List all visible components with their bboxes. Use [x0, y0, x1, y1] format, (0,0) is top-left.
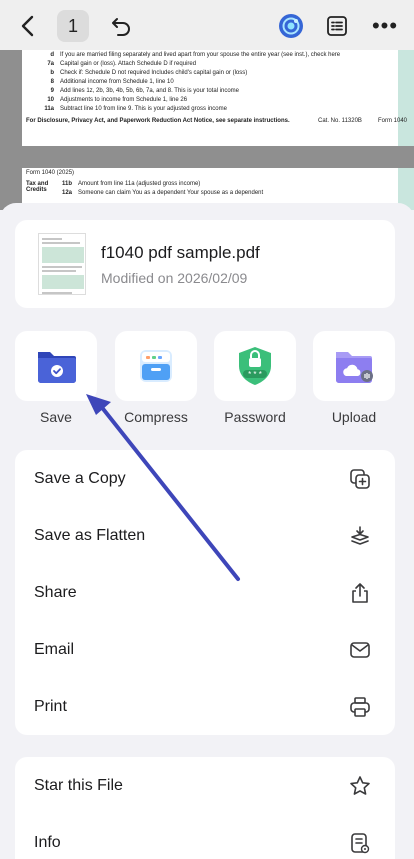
pdf-section: Tax and Credits	[26, 181, 49, 193]
pdf-viewer: d If you are married filing separately an…	[0, 50, 414, 210]
mail-icon	[350, 642, 370, 658]
outline-button[interactable]	[322, 10, 352, 42]
password-label: Password	[224, 409, 286, 425]
pdf-line: b Check if: Schedule D not required Inclu…	[50, 70, 248, 76]
svg-text:* * *: * * *	[248, 370, 262, 379]
print-item[interactable]: Print	[15, 678, 395, 735]
printer-icon	[350, 697, 370, 717]
flatten-layers-icon	[351, 526, 369, 545]
file-more-list: Star this File Info	[15, 757, 395, 859]
pdf-page: d If you are married filing separately an…	[22, 50, 414, 146]
pdf-line: 11b Amount from line 11a (adjusted gross …	[62, 181, 201, 187]
save-as-flatten-item[interactable]: Save as Flatten	[15, 507, 395, 564]
undo-button[interactable]	[106, 10, 136, 42]
file-info-card: f1040 pdf sample.pdf Modified on 2026/02…	[15, 220, 395, 308]
email-item[interactable]: Email	[15, 621, 395, 678]
star-file-item[interactable]: Star this File	[15, 757, 395, 814]
quick-actions: Save Compress * * * Password Upload	[15, 331, 399, 427]
compress-label: Compress	[124, 409, 188, 425]
pdf-form-id: Form 1040	[378, 118, 408, 124]
list-item-label: Save as Flatten	[34, 526, 146, 544]
page-number-button[interactable]: 1	[57, 10, 89, 42]
file-modified-date: Modified on 2026/02/09	[101, 270, 248, 286]
copy-add-icon	[350, 469, 370, 489]
shield-lock-icon: * * *	[239, 347, 271, 385]
file-info-icon	[351, 833, 370, 854]
pdf-line: d If you are married filing separately an…	[50, 52, 341, 58]
save-label: Save	[40, 409, 72, 425]
list-item-label: Star this File	[34, 776, 123, 794]
file-options-sheet: f1040 pdf sample.pdf Modified on 2026/02…	[0, 203, 414, 859]
file-thumbnail	[38, 233, 86, 295]
undo-icon	[112, 18, 130, 36]
folder-check-icon	[38, 352, 76, 383]
cloud-folder-icon	[336, 352, 373, 383]
share-icon	[352, 583, 368, 603]
list-item-label: Print	[34, 697, 67, 715]
pdf-line: 8 Additional income from Schedule 1, line…	[50, 79, 174, 85]
pdf-page2-header: Form 1040 (2025)	[26, 170, 75, 176]
pdf-line: 12a Someone can claim You as a dependent …	[62, 190, 264, 196]
star-icon	[350, 776, 370, 795]
pdf-line: 9 Add lines 1z, 2b, 3b, 4b, 5b, 6b, 7a, a…	[50, 88, 239, 94]
list-icon	[327, 16, 347, 36]
password-button[interactable]: * * *	[214, 331, 296, 401]
chevron-left-icon	[21, 15, 34, 37]
upload-button[interactable]	[313, 331, 395, 401]
pdf-line: 10 Adjustments to income from Schedule 1,…	[47, 97, 188, 103]
pdf-line: 11a Subtract line 10 from line 9. This is…	[44, 106, 227, 112]
compress-button[interactable]	[115, 331, 197, 401]
share-item[interactable]: Share	[15, 564, 395, 621]
upload-label: Upload	[331, 409, 377, 425]
more-button[interactable]: •••	[368, 10, 402, 42]
pdf-footer: For Disclosure, Privacy Act, and Paperwo…	[26, 118, 290, 124]
pdf-cat-no: Cat. No. 11320B	[318, 118, 362, 124]
ai-assistant-button[interactable]	[276, 10, 306, 42]
compress-icon	[140, 350, 172, 382]
top-toolbar: 1 •••	[0, 0, 414, 50]
save-button[interactable]	[15, 331, 97, 401]
back-button[interactable]	[12, 10, 42, 42]
list-item-label: Info	[34, 833, 61, 851]
pdf-line: 7a Capital gain or (loss). Attach Schedul…	[47, 61, 197, 67]
list-item-label: Email	[34, 640, 75, 658]
file-name: f1040 pdf sample.pdf	[101, 243, 260, 262]
save-a-copy-item[interactable]: Save a Copy	[15, 450, 395, 507]
ai-assistant-icon	[279, 14, 303, 38]
file-actions-list: Save a Copy Save as Flatten Share Email …	[15, 450, 395, 735]
list-item-label: Save a Copy	[34, 469, 126, 487]
list-item-label: Share	[34, 583, 77, 601]
info-item[interactable]: Info	[15, 814, 395, 859]
